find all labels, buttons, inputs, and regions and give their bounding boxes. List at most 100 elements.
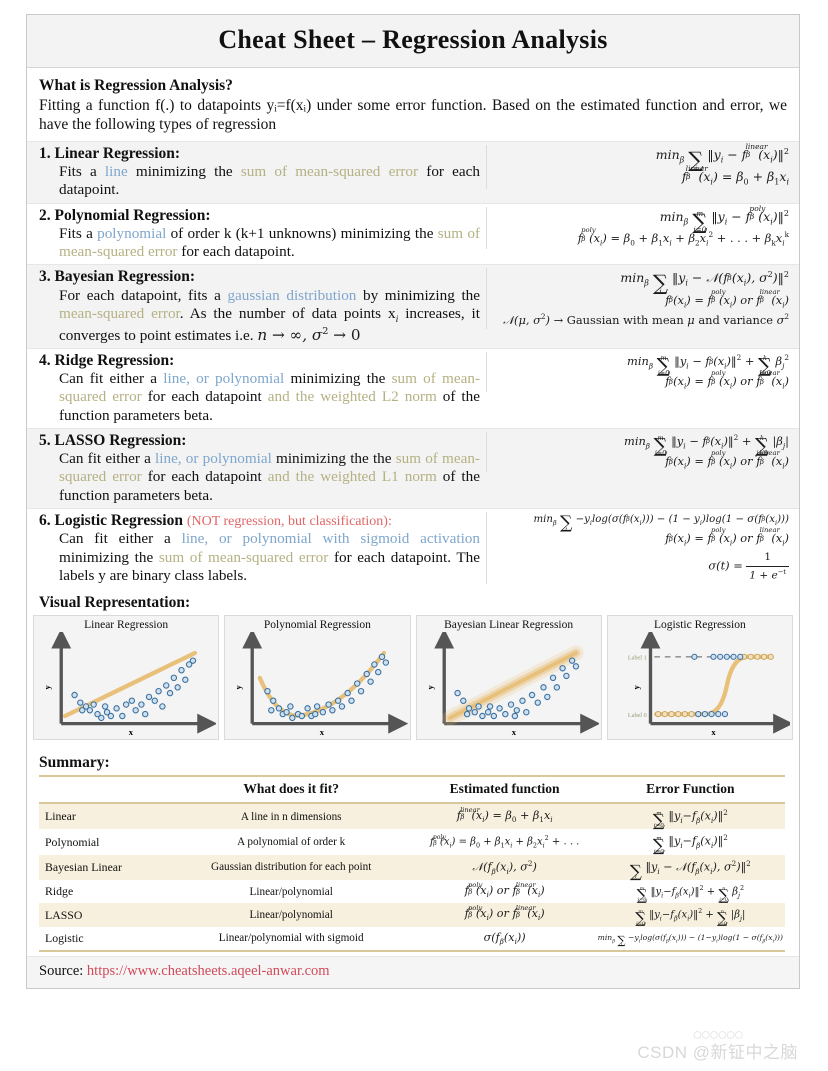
visual-heading: Visual Representation: [39,594,191,612]
source-footer: Source: https://www.cheatsheets.aqeel-an… [27,955,799,988]
section-formulas: minβ ∑ i ‖yi − f β linear (xi)‖2 f β linear (… [486,141,789,190]
cheatsheet-body: Cheat Sheet – Regression Analysis What i… [26,14,800,989]
row-name: Bayesian Linear [39,854,169,881]
intro-text: Fitting a function f(.) to datapoints yᵢ… [39,97,787,133]
chart-title: Linear Regression [84,619,169,632]
section-text: 1. Linear Regression: Fits a line minimi… [39,145,486,200]
section-bayesian-regression: 3. Bayesian Regression: For each datapoi… [27,264,799,348]
row-fit: Gaussian distribution for each point [168,854,414,881]
formula-objective: minβ ∑ m i=0 ‖yi − fβ (xi)‖2 + ∑ k j=0 |βj| [624,433,789,458]
formula-model: f β linear (xi) = β0 + β1xi [681,164,789,187]
chart-x-label: x [129,727,134,737]
row-name: Polynomial [45,834,100,849]
section-ridge-regression: 4. Ridge Regression: Can fit either a li… [27,347,799,428]
page-title: Cheat Sheet – Regression Analysis [218,25,608,54]
chart-title: Bayesian Linear Regression [444,619,574,632]
chart-title: Polynomial Regression [263,619,371,632]
formula-objective: minβ ∑ i ‖yi − 𝒩(f β (xi), σ2)‖2 [620,270,789,297]
section-formulas: minβ ∑ m i=0 ‖yi − fβ (xi)‖2 + ∑ k j=0 |βj| … [486,431,789,472]
formula-gaussian-note: 𝒩(μ, σ2) → Gaussian with mean μ and vari… [503,311,789,327]
chart-x-label: x [320,727,325,737]
row-error: ∑ i ‖yi − 𝒩(fβ(xi), σ2)‖2 [595,854,785,881]
section-body: Fits a line minimizing the sum of mean-s… [59,163,480,199]
row-estimated: f β linear (xi) = β0 + β1xi [413,803,596,830]
table-row: Polynomial A polynomial of order k f β pol… [39,829,785,854]
chart-svg: x y [424,632,599,737]
row-error: ∑ m i=0 ‖yi−fβ(xi)‖2 [595,803,785,830]
formula-objective: minβ ∑ i −yilog(σ(f β (xi))) − (1 − yi)log… [533,513,789,534]
formula-model: f β poly (xi) = β0 + β1xi + β2xi2 + . . . … [577,226,789,248]
chart-svg: x y [233,632,408,737]
section-formulas: minβ ∑ m i=0 ‖yi − fβ (xi)‖2 + ∑ k j=0 βj2 f… [486,351,789,392]
intro-section: What is Regression Analysis? Fitting a f… [27,68,799,141]
formula-model: fβ (xi) = f β poly (xi) or f β linear (xi) [665,526,789,548]
summary-table: What does it fit? Estimated function Err… [39,775,785,952]
chart-title: Logistic Regression [654,619,746,632]
source-link[interactable]: https://www.cheatsheets.aqeel-anwar.com [87,963,330,979]
cheatsheet-page: Cheat Sheet – Regression Analysis What i… [0,0,828,1071]
formula-sigmoid: σ(t) = 11 + e−t [493,549,789,584]
section-heading: 1. Linear Regression: [39,144,181,162]
classification-note: (NOT regression, but classification): [186,513,392,529]
section-body: For each datapoint, fits a gaussian dist… [59,286,480,344]
section-text: 4. Ridge Regression: Can fit either a li… [39,352,486,425]
row-name: LASSO [39,903,169,927]
table-row: Linear A line in n dimensions f β linear (… [39,803,785,830]
col-header-name [39,775,169,805]
section-formulas: minβ ∑ i ‖yi − 𝒩(f β (xi), σ2)‖2 fβ (xi) =… [486,268,789,329]
chart-polynomial-regression: Polynomial Regression x y [224,615,411,741]
row-estimated: 𝒩(fβ(xi), σ2) [413,854,596,881]
formula-model: fβ (xi) = f β poly (xi) or f β linear (xi) [665,369,789,391]
chart-svg: Label 1 Label 0 x y [628,632,790,737]
title-bar: Cheat Sheet – Regression Analysis [27,15,799,68]
section-heading: 2. Polynomial Regression: [39,206,211,224]
visual-charts: Linear Regression x y Polynomial Regress… [27,615,799,746]
chart-logistic-regression: Logistic Regression Label 1 Label 0 x y [606,615,793,741]
section-body: Fits a polynomial of order k (k+1 unknow… [59,224,481,261]
row-estimated: f β poly (xi) or f β linear (xi) [464,880,545,900]
csdn-watermark: CSDN @新钲中之脑 [637,1043,798,1062]
section-heading: 5. LASSO Regression: [39,431,187,449]
section-formulas: minβ ∑ i −yilog(σ(f β (xi))) − (1 − yi)log… [486,511,789,584]
row-fit: Linear/polynomial [249,885,333,898]
section-heading: 3. Bayesian Regression: [39,268,196,286]
row-error: minβ ∑ i −yilog(σ(fβ(xi))) − (1−yi)log(1 … [595,926,785,952]
row-estimated: σ(fβ(xi)) [413,926,596,952]
section-text: 2. Polynomial Regression: Fits a polynom… [39,207,486,262]
col-header-fit: What does it fit? [168,775,414,805]
chart-y-label: y [42,685,52,690]
section-body: Can fit either a line, or polynomial min… [59,370,481,424]
section-polynomial-regression: 2. Polynomial Regression: Fits a polynom… [27,202,799,265]
intro-heading: What is Regression Analysis? [39,77,233,94]
section-text: 5. LASSO Regression: Can fit either a li… [39,432,486,505]
formula-model: fβ (xi) = f β poly (xi) or f β linear (xi) [665,449,789,471]
row-fit: A line in n dimensions [168,803,414,830]
table-row: Logistic Linear/polynomial with sigmoid … [39,926,785,952]
row-error: ∑ m i=0 ‖yi−fβ(xi)‖2 + ∑ n j=0 |βj| [595,903,785,927]
chart-bayesian-linear-regression: Bayesian Linear Regression x y [415,615,602,741]
formula-objective: minβ ∑ m i=0 ‖yi − f β poly (xi)‖2 [659,203,789,235]
section-linear-regression: 1. Linear Regression: Fits a line minimi… [27,140,799,203]
section-body: Can fit either a line, or polynomial min… [59,450,480,504]
section-lasso-regression: 5. LASSO Regression: Can fit either a li… [27,427,799,508]
row-fit: Linear/polynomial [168,903,414,927]
formula-objective: minβ ∑ m i=0 ‖yi − fβ (xi)‖2 + ∑ k j=0 βj2 [627,353,789,378]
section-heading: 4. Ridge Regression: [39,351,175,369]
section-heading: 6. Logistic Regression (NOT regression, … [39,511,392,529]
row-fit: A polynomial of order k [237,836,346,849]
chart-y-label: y [233,685,243,690]
chart-y-label: y [631,685,641,690]
chart-label-low: Label 0 [628,712,647,719]
row-name: Linear [39,803,169,830]
chart-x-label: x [511,727,516,737]
section-text: 6. Logistic Regression (NOT regression, … [39,512,486,585]
formula-objective: minβ ∑ i ‖yi − f β linear (xi)‖2 [655,141,789,173]
row-estimated: f β poly (xi) or f β linear (xi) [413,903,596,927]
chart-y-label: y [424,685,434,690]
row-name: Logistic [39,926,169,952]
source-label: Source: [39,962,84,979]
chart-linear-regression: Linear Regression x y [33,615,220,741]
section-formulas: minβ ∑ m i=0 ‖yi − f β poly (xi)‖2 f β poly (x… [486,203,789,249]
col-header-error: Error Function [595,775,785,805]
table-row: LASSO Linear/polynomial f β poly (xi) or f… [39,903,785,927]
